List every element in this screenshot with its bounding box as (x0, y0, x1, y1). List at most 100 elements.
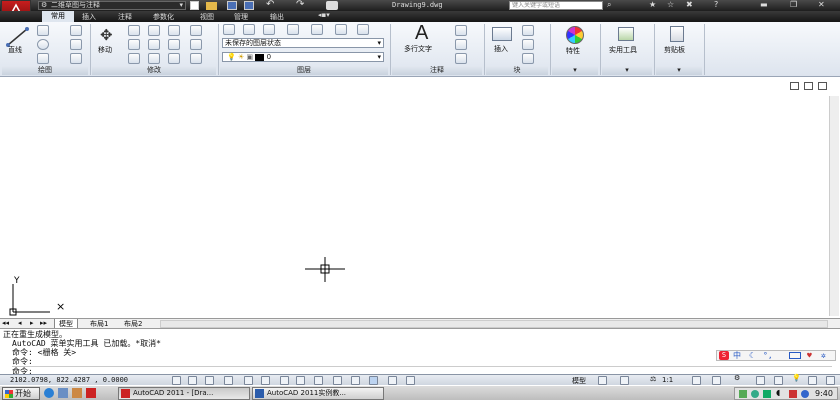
rectangle-icon[interactable] (70, 25, 82, 36)
insert-block-button[interactable]: 插入 (488, 24, 518, 64)
mirror-icon[interactable] (148, 39, 160, 50)
block-panel-label[interactable]: 块 (486, 66, 548, 75)
tab-nav-last-icon[interactable]: ▸▸ (40, 319, 47, 327)
clean-screen-icon[interactable] (826, 376, 835, 385)
utilities-button[interactable]: 实用工具 (604, 24, 650, 64)
gradient-icon[interactable] (70, 53, 82, 64)
taskbar-window-document[interactable]: AutoCAD 2011实例教... (252, 387, 384, 400)
open-file-icon[interactable] (206, 2, 217, 10)
object-tracking-icon[interactable] (296, 376, 305, 385)
copy-icon[interactable] (128, 39, 140, 50)
circle-icon[interactable] (37, 39, 49, 50)
scale-icon[interactable] (148, 53, 160, 64)
close-icon[interactable]: ✕ (818, 0, 825, 9)
grid-display-icon[interactable] (205, 376, 214, 385)
properties-panel-label[interactable]: ▾ (552, 66, 598, 75)
tab-insert[interactable]: 插入 (82, 12, 96, 22)
search-input[interactable]: 键入关键字或短语 (509, 1, 603, 10)
layer-match-icon[interactable] (335, 24, 347, 35)
quick-view-drawings-icon[interactable] (620, 376, 629, 385)
dynamic-input-icon[interactable] (333, 376, 342, 385)
search-icon[interactable]: ⌕ (607, 0, 611, 10)
clipboard-panel-label[interactable]: ▾ (656, 66, 702, 75)
drawing-canvas[interactable]: Y × (0, 78, 840, 317)
lock-ui-icon[interactable] (756, 376, 765, 385)
tray-ime-icon[interactable] (789, 390, 797, 398)
layer-lock-icon[interactable] (311, 24, 323, 35)
ime-toolbar[interactable]: S 中 ☾ °, ♥ ✲ (716, 350, 836, 361)
fillet-icon[interactable] (168, 25, 180, 36)
quick-properties-icon[interactable] (388, 376, 397, 385)
selection-cycling-icon[interactable] (406, 376, 415, 385)
table-icon[interactable] (455, 53, 467, 64)
move-button[interactable]: ✥ 移动 (94, 24, 122, 64)
clock[interactable]: 9:40 (815, 389, 833, 398)
status-menu-icon[interactable] (808, 376, 817, 385)
leader-icon[interactable] (455, 39, 467, 50)
ribbon-options-icon[interactable]: ◂▪▾ (318, 11, 330, 19)
redo-icon[interactable]: ↷ (296, 0, 304, 10)
tab-view[interactable]: 视图 (200, 12, 214, 22)
tab-nav-prev-icon[interactable]: ◂ (18, 319, 22, 327)
coordinate-display[interactable]: 2102.0798, 822.4287 , 0.0000 (10, 376, 128, 384)
tray-update-icon[interactable] (801, 390, 809, 398)
annotation-scale-value[interactable]: 1:1 (662, 376, 673, 384)
viewport-minimize-icon[interactable] (790, 82, 799, 90)
edit-attributes-icon[interactable] (522, 53, 534, 64)
hatch-icon[interactable] (70, 39, 82, 50)
trim-icon[interactable] (148, 25, 160, 36)
infer-constraints-icon[interactable] (172, 376, 181, 385)
quicklaunch-autocad-icon[interactable] (86, 388, 96, 398)
taskbar-window-autocad[interactable]: AutoCAD 2011 - [Dra... (118, 387, 250, 400)
dimension-icon[interactable] (455, 25, 467, 36)
communication-center-icon[interactable]: ★ (649, 0, 656, 9)
snap-mode-icon[interactable] (188, 376, 197, 385)
favorites-icon[interactable]: ☆ (667, 0, 674, 9)
draw-panel-label[interactable]: 绘图 (2, 66, 88, 75)
viewport-restore-icon[interactable] (804, 82, 813, 90)
arc-icon[interactable] (37, 53, 49, 64)
workspace-dropdown[interactable]: ⚙ 二维草图与注释 ▾ (38, 1, 186, 10)
annotation-panel-label[interactable]: 注释 (392, 66, 482, 75)
stretch-icon[interactable] (128, 53, 140, 64)
minimize-icon[interactable]: ▬ (760, 0, 768, 9)
annotation-visibility-icon[interactable] (692, 376, 701, 385)
ortho-mode-icon[interactable] (224, 376, 233, 385)
layer-state-dropdown[interactable]: 未保存的图层状态 ▾ (222, 38, 384, 48)
object-snap-icon[interactable] (261, 376, 270, 385)
layer-properties-icon[interactable] (223, 24, 235, 35)
viewport-close-icon[interactable] (818, 82, 827, 90)
tray-antivirus-icon[interactable] (763, 390, 771, 398)
layer-freeze-icon[interactable] (287, 24, 299, 35)
auto-scale-icon[interactable] (712, 376, 721, 385)
tray-volume-icon[interactable]: ◖ (776, 388, 780, 397)
new-file-icon[interactable] (190, 1, 199, 10)
mtext-button[interactable]: A 多行文字 (400, 22, 450, 64)
rotate-icon[interactable] (128, 25, 140, 36)
line-button[interactable]: 直线 (4, 24, 32, 64)
utilities-panel-label[interactable]: ▾ (602, 66, 652, 75)
tab-nav-first-icon[interactable]: ◂◂ (2, 319, 9, 327)
tab-home[interactable]: 常用 (42, 11, 74, 22)
tray-security-icon[interactable] (751, 390, 759, 398)
explode-icon[interactable] (190, 25, 202, 36)
tab-annotate[interactable]: 注释 (118, 12, 132, 22)
layer-walk-icon[interactable] (357, 24, 369, 35)
quicklaunch-desktop-icon[interactable] (58, 388, 68, 398)
join-icon[interactable] (190, 53, 202, 64)
layer-off-icon[interactable] (243, 24, 255, 35)
exchange-icon[interactable]: ✖ (686, 0, 693, 9)
help-icon[interactable]: ? (714, 0, 718, 9)
hardware-acceleration-icon[interactable] (774, 376, 783, 385)
save-icon[interactable] (227, 1, 237, 10)
dynamic-ucs-icon[interactable] (314, 376, 323, 385)
tab-output[interactable]: 输出 (270, 12, 284, 22)
plot-icon[interactable] (326, 1, 338, 10)
tab-nav-next-icon[interactable]: ▸ (30, 319, 34, 327)
quicklaunch-ie-icon[interactable] (44, 388, 54, 398)
tab-manage[interactable]: 管理 (234, 12, 248, 22)
erase-icon[interactable] (168, 53, 180, 64)
properties-button[interactable]: 特性 (556, 24, 596, 64)
isolate-objects-icon[interactable]: 💡 (792, 374, 801, 382)
edit-block-icon[interactable] (522, 39, 534, 50)
